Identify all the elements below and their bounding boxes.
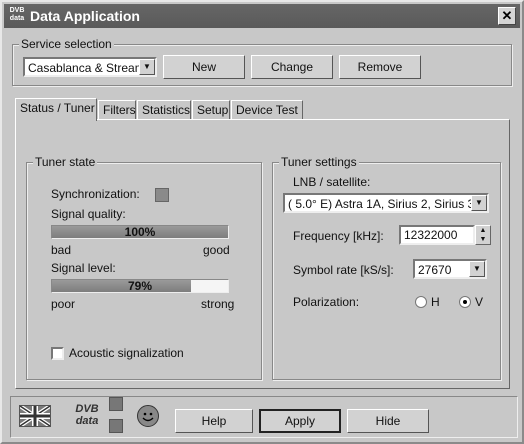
lnb-satellite-value: ( 5.0° E) Astra 1A, Sirius 2, Sirius 3	[288, 197, 475, 211]
application-window: DVB data Data Application ✕ Service sele…	[0, 0, 524, 444]
apply-button[interactable]: Apply	[259, 409, 341, 433]
dvb-data-logo: DVB data	[75, 403, 99, 427]
tab-statistics[interactable]: Statistics	[137, 100, 191, 120]
help-button[interactable]: Help	[175, 409, 253, 433]
level-poor-label: poor	[51, 297, 76, 311]
symbol-rate-label: Symbol rate [kS/s]:	[293, 263, 394, 277]
polarization-h-label[interactable]: H	[431, 295, 440, 309]
status-indicator-top	[109, 397, 123, 411]
quality-good-label: good	[203, 243, 230, 257]
signal-level-value: 79%	[127, 279, 153, 293]
polarization-label: Polarization:	[293, 295, 360, 309]
status-tuner-panel: Tuner state Synchronization: Signal qual…	[15, 119, 510, 389]
uk-flag-icon[interactable]	[18, 404, 52, 428]
frequency-spinner[interactable]: ▲ ▼	[475, 225, 491, 245]
polarization-h-radio[interactable]	[415, 296, 427, 308]
window-title: Data Application	[30, 8, 140, 24]
level-strong-label: strong	[201, 297, 235, 311]
frequency-label: Frequency [kHz]:	[293, 229, 384, 243]
tuner-settings-group: Tuner settings LNB / satellite: ( 5.0° E…	[272, 155, 501, 380]
dvb-app-icon: DVB data	[9, 7, 25, 22]
polarization-v-label[interactable]: V	[475, 295, 483, 309]
hide-button[interactable]: Hide	[347, 409, 429, 433]
frequency-input[interactable]: 12322000	[399, 225, 475, 245]
tuner-state-group: Tuner state Synchronization: Signal qual…	[26, 155, 262, 380]
signal-quality-bar: 100%	[51, 225, 229, 239]
tuner-settings-title: Tuner settings	[279, 155, 359, 169]
new-button[interactable]: New	[163, 55, 245, 79]
lnb-satellite-label: LNB / satellite:	[293, 175, 371, 189]
status-indicator-bottom	[109, 419, 123, 433]
tab-setup[interactable]: Setup	[192, 100, 230, 120]
quality-bad-label: bad	[51, 243, 72, 257]
smiley-icon	[137, 405, 159, 427]
change-button[interactable]: Change	[251, 55, 333, 79]
acoustic-label[interactable]: Acoustic signalization	[69, 346, 184, 360]
symbol-rate-dropdown[interactable]: 27670 ▼	[413, 259, 487, 279]
signal-quality-label: Signal quality:	[51, 207, 126, 221]
close-button[interactable]: ✕	[498, 7, 516, 25]
signal-level-bar: 79%	[51, 279, 229, 293]
tuner-state-title: Tuner state	[33, 155, 98, 169]
acoustic-checkbox[interactable]	[51, 347, 64, 360]
tab-device-test[interactable]: Device Test	[231, 100, 303, 120]
symbol-rate-value: 27670	[418, 263, 452, 277]
sync-indicator	[155, 188, 169, 202]
signal-quality-value: 100%	[124, 225, 156, 239]
tab-filters[interactable]: Filters	[98, 100, 136, 120]
signal-level-label: Signal level:	[51, 261, 116, 275]
service-selection-title: Service selection	[19, 37, 114, 51]
remove-button[interactable]: Remove	[339, 55, 421, 79]
service-dropdown[interactable]: Casablanca & Streams ▼	[23, 57, 157, 77]
service-dropdown-value: Casablanca & Streams	[28, 61, 151, 75]
polarization-v-radio[interactable]	[459, 296, 471, 308]
title-bar[interactable]: DVB data Data Application ✕	[4, 4, 520, 28]
tab-status-tuner[interactable]: Status / Tuner	[15, 98, 97, 121]
lnb-satellite-dropdown[interactable]: ( 5.0° E) Astra 1A, Sirius 2, Sirius 3 ▼	[283, 193, 489, 213]
chevron-down-icon[interactable]: ▼	[469, 261, 485, 277]
service-selection-group: Service selection Casablanca & Streams ▼…	[12, 37, 512, 86]
synchronization-label: Synchronization:	[51, 187, 140, 201]
chevron-down-icon[interactable]: ▼	[471, 195, 487, 211]
footer-bar: DVB data Help Apply Hide	[10, 396, 518, 438]
chevron-down-icon[interactable]: ▼	[139, 59, 155, 75]
